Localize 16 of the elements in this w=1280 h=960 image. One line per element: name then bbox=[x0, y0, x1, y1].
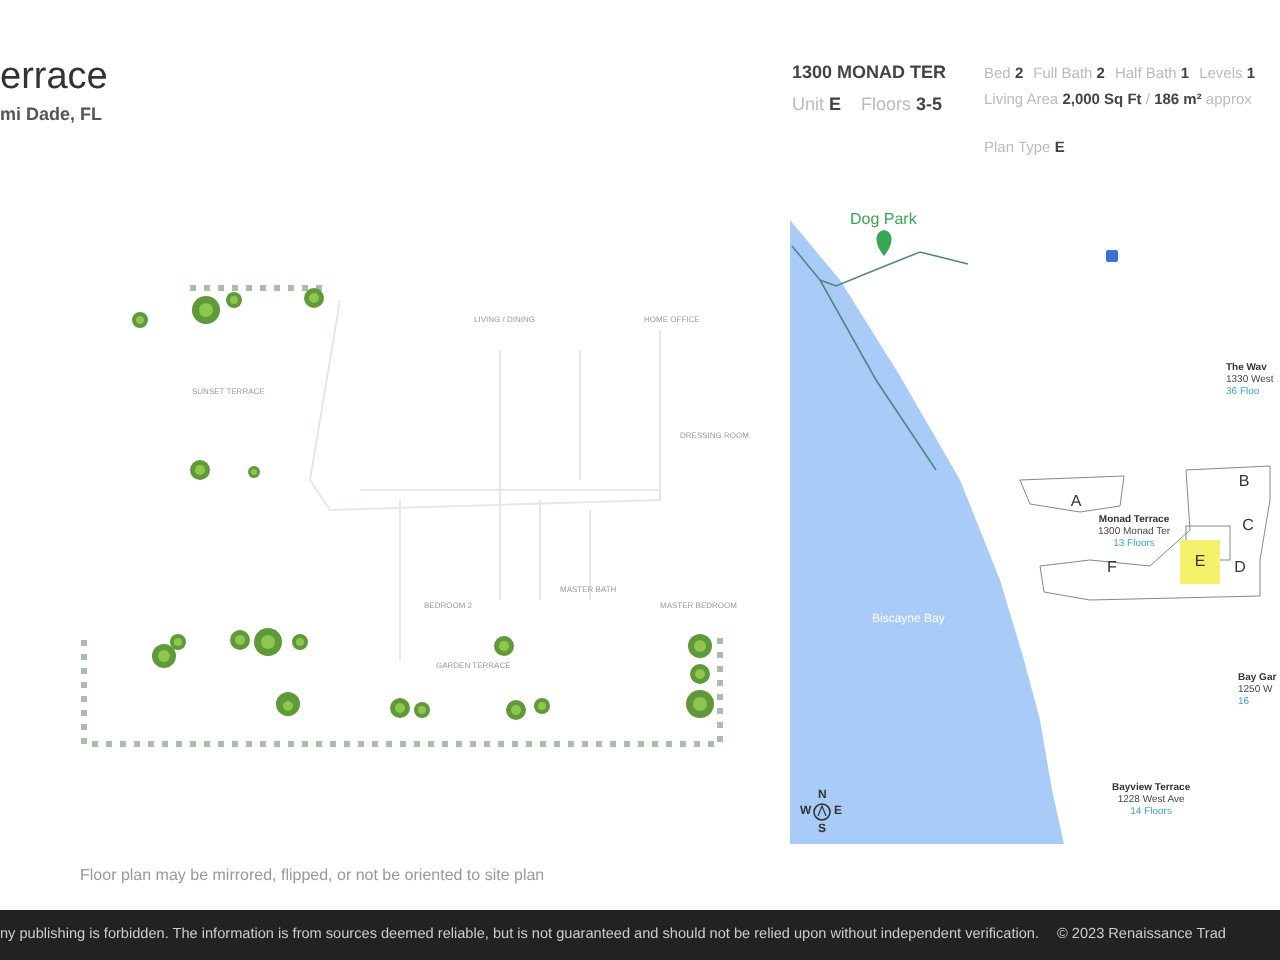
compass-icon bbox=[813, 803, 831, 821]
unit-label[interactable]: F bbox=[1102, 558, 1122, 578]
floors-text: Floors 3-5 bbox=[861, 91, 943, 117]
unit-label[interactable]: C bbox=[1238, 516, 1258, 536]
unit-label[interactable]: B bbox=[1234, 472, 1254, 492]
location-pin-icon bbox=[876, 230, 892, 256]
unit-label[interactable]: E bbox=[1180, 540, 1220, 584]
location-text: mi Dade, FL bbox=[0, 102, 105, 128]
map-marker-icon bbox=[1106, 250, 1118, 262]
poi-label: Dog Park bbox=[850, 208, 917, 232]
unit-label[interactable]: D bbox=[1230, 558, 1250, 578]
address-text: 1300 MONAD TER bbox=[792, 60, 947, 86]
unit-label[interactable]: A bbox=[1066, 492, 1086, 512]
disclaimer-note: Floor plan may be mirrored, flipped, or not be oriented to site plan bbox=[80, 864, 545, 888]
building-title: errace bbox=[0, 56, 108, 100]
unit-text: Unit E bbox=[792, 91, 842, 117]
